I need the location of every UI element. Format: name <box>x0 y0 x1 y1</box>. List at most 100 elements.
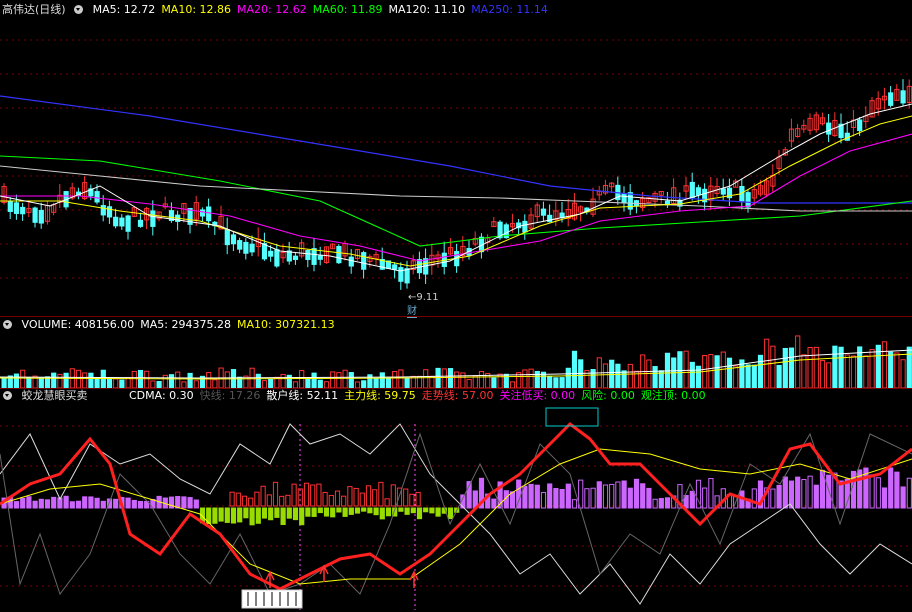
volume-bar <box>125 377 131 388</box>
volume-bar <box>776 364 782 388</box>
histogram-bar <box>801 479 807 509</box>
histogram-bar <box>88 496 94 509</box>
main-force-line <box>0 448 912 585</box>
signal-bar <box>279 495 285 507</box>
ma5-line <box>0 103 912 272</box>
volume-bar <box>57 373 63 388</box>
watch-low-buy-marker <box>545 407 599 427</box>
candle-body <box>230 234 237 245</box>
signal-bar <box>359 492 365 507</box>
volume-bar <box>782 347 788 388</box>
signal-bar <box>235 492 241 507</box>
histogram-bar <box>224 507 230 523</box>
signal-bar <box>291 483 297 507</box>
indicator-legend-item-7: 观注顶: 0.00 <box>640 389 706 402</box>
histogram-bar <box>404 507 410 515</box>
signal-bar <box>297 488 303 507</box>
volume-bar <box>119 379 125 388</box>
signal-bar <box>310 484 316 507</box>
signal-bar <box>341 495 347 507</box>
volume-bar <box>150 380 156 388</box>
histogram-bar <box>63 495 69 509</box>
candle-body <box>888 92 894 106</box>
histogram-bar <box>900 486 906 509</box>
histogram-bar <box>373 507 379 516</box>
histogram-bar <box>640 483 646 509</box>
candle-body <box>261 243 268 260</box>
volume-bar <box>807 347 813 388</box>
volume-legend-item-1: MA5: 294375.28 <box>140 318 231 331</box>
volume-bar <box>175 371 181 388</box>
histogram-bar <box>218 507 224 522</box>
histogram-bar <box>447 507 454 520</box>
histogram-bar <box>875 477 881 509</box>
histogram-bar <box>237 507 243 523</box>
histogram-bar <box>261 507 268 519</box>
indicator-menu-icon[interactable] <box>3 319 12 329</box>
signal-bar <box>266 494 272 507</box>
candle-body <box>695 187 702 196</box>
indicator-legend-item-4: 走势线: 57.00 <box>421 389 494 402</box>
histogram-bar <box>416 507 423 520</box>
volume-bar <box>299 370 305 388</box>
volume-bar <box>100 369 106 388</box>
histogram-bar <box>795 476 801 509</box>
volume-bar <box>472 375 478 388</box>
price-chart[interactable] <box>0 16 912 316</box>
histogram-bar <box>584 488 590 509</box>
candle-body <box>106 206 113 218</box>
indicator-menu-icon[interactable] <box>3 390 12 400</box>
histogram-bar <box>367 507 373 514</box>
histogram-bar <box>311 507 317 517</box>
volume-bar <box>615 363 621 388</box>
histogram-bar <box>243 507 249 519</box>
volume-bar <box>819 360 826 388</box>
candle-body <box>38 209 44 224</box>
candle-body <box>20 206 26 215</box>
ma250-line <box>0 95 912 204</box>
volume-bar <box>398 369 404 388</box>
signal-bar <box>353 487 359 507</box>
candle-body <box>292 255 299 261</box>
candle-body <box>113 216 119 227</box>
volume-bar <box>646 359 652 388</box>
ma-legend: MA5: 12.72 MA10: 12.86 MA20: 12.62 MA60: 11… <box>93 3 554 16</box>
volume-chart[interactable] <box>0 332 912 388</box>
candle-body <box>249 243 255 253</box>
indicator-title[interactable]: 蛟龙慧眼买卖 <box>22 389 88 402</box>
indicator-chart[interactable] <box>0 404 912 612</box>
volume-bar <box>336 372 342 388</box>
ma120-line <box>0 165 912 212</box>
histogram-bar <box>385 507 392 517</box>
signal-bar <box>409 493 415 507</box>
volume-bar <box>168 374 175 388</box>
histogram-bar <box>305 507 311 517</box>
candle-body <box>274 249 280 267</box>
indicator-menu-icon[interactable] <box>74 4 84 14</box>
volume-bar <box>621 370 627 388</box>
indicator-legend-item-1: 快线: 17.26 <box>199 389 261 402</box>
candle-body <box>237 240 243 250</box>
histogram-bar <box>317 507 323 514</box>
ma-legend-item-2: MA20: 12.62 <box>237 3 307 16</box>
histogram-bar <box>20 497 26 509</box>
candle-body <box>311 248 317 265</box>
signal-bar <box>390 484 396 507</box>
histogram-bar <box>609 483 615 509</box>
indicator-header: 蛟龙慧眼买卖 CDMA: 0.30 快线: 17.26 散户线: 52.11 主力线:… <box>0 388 718 404</box>
candle-body <box>900 90 906 104</box>
volume-bar <box>689 361 695 388</box>
stock-title[interactable]: 高伟达(日线) <box>2 3 66 16</box>
histogram-bar <box>75 500 82 509</box>
volume-bar <box>13 373 20 388</box>
volume-bar <box>733 365 739 388</box>
volume-bar <box>441 368 447 388</box>
candle-body <box>348 256 354 267</box>
histogram-bar <box>689 490 695 509</box>
volume-bar <box>305 378 311 388</box>
volume-bar <box>571 350 578 388</box>
histogram-bar <box>429 507 435 514</box>
volume-bar <box>75 369 82 388</box>
histogram-bar <box>255 507 261 524</box>
signal-bar <box>272 481 279 507</box>
